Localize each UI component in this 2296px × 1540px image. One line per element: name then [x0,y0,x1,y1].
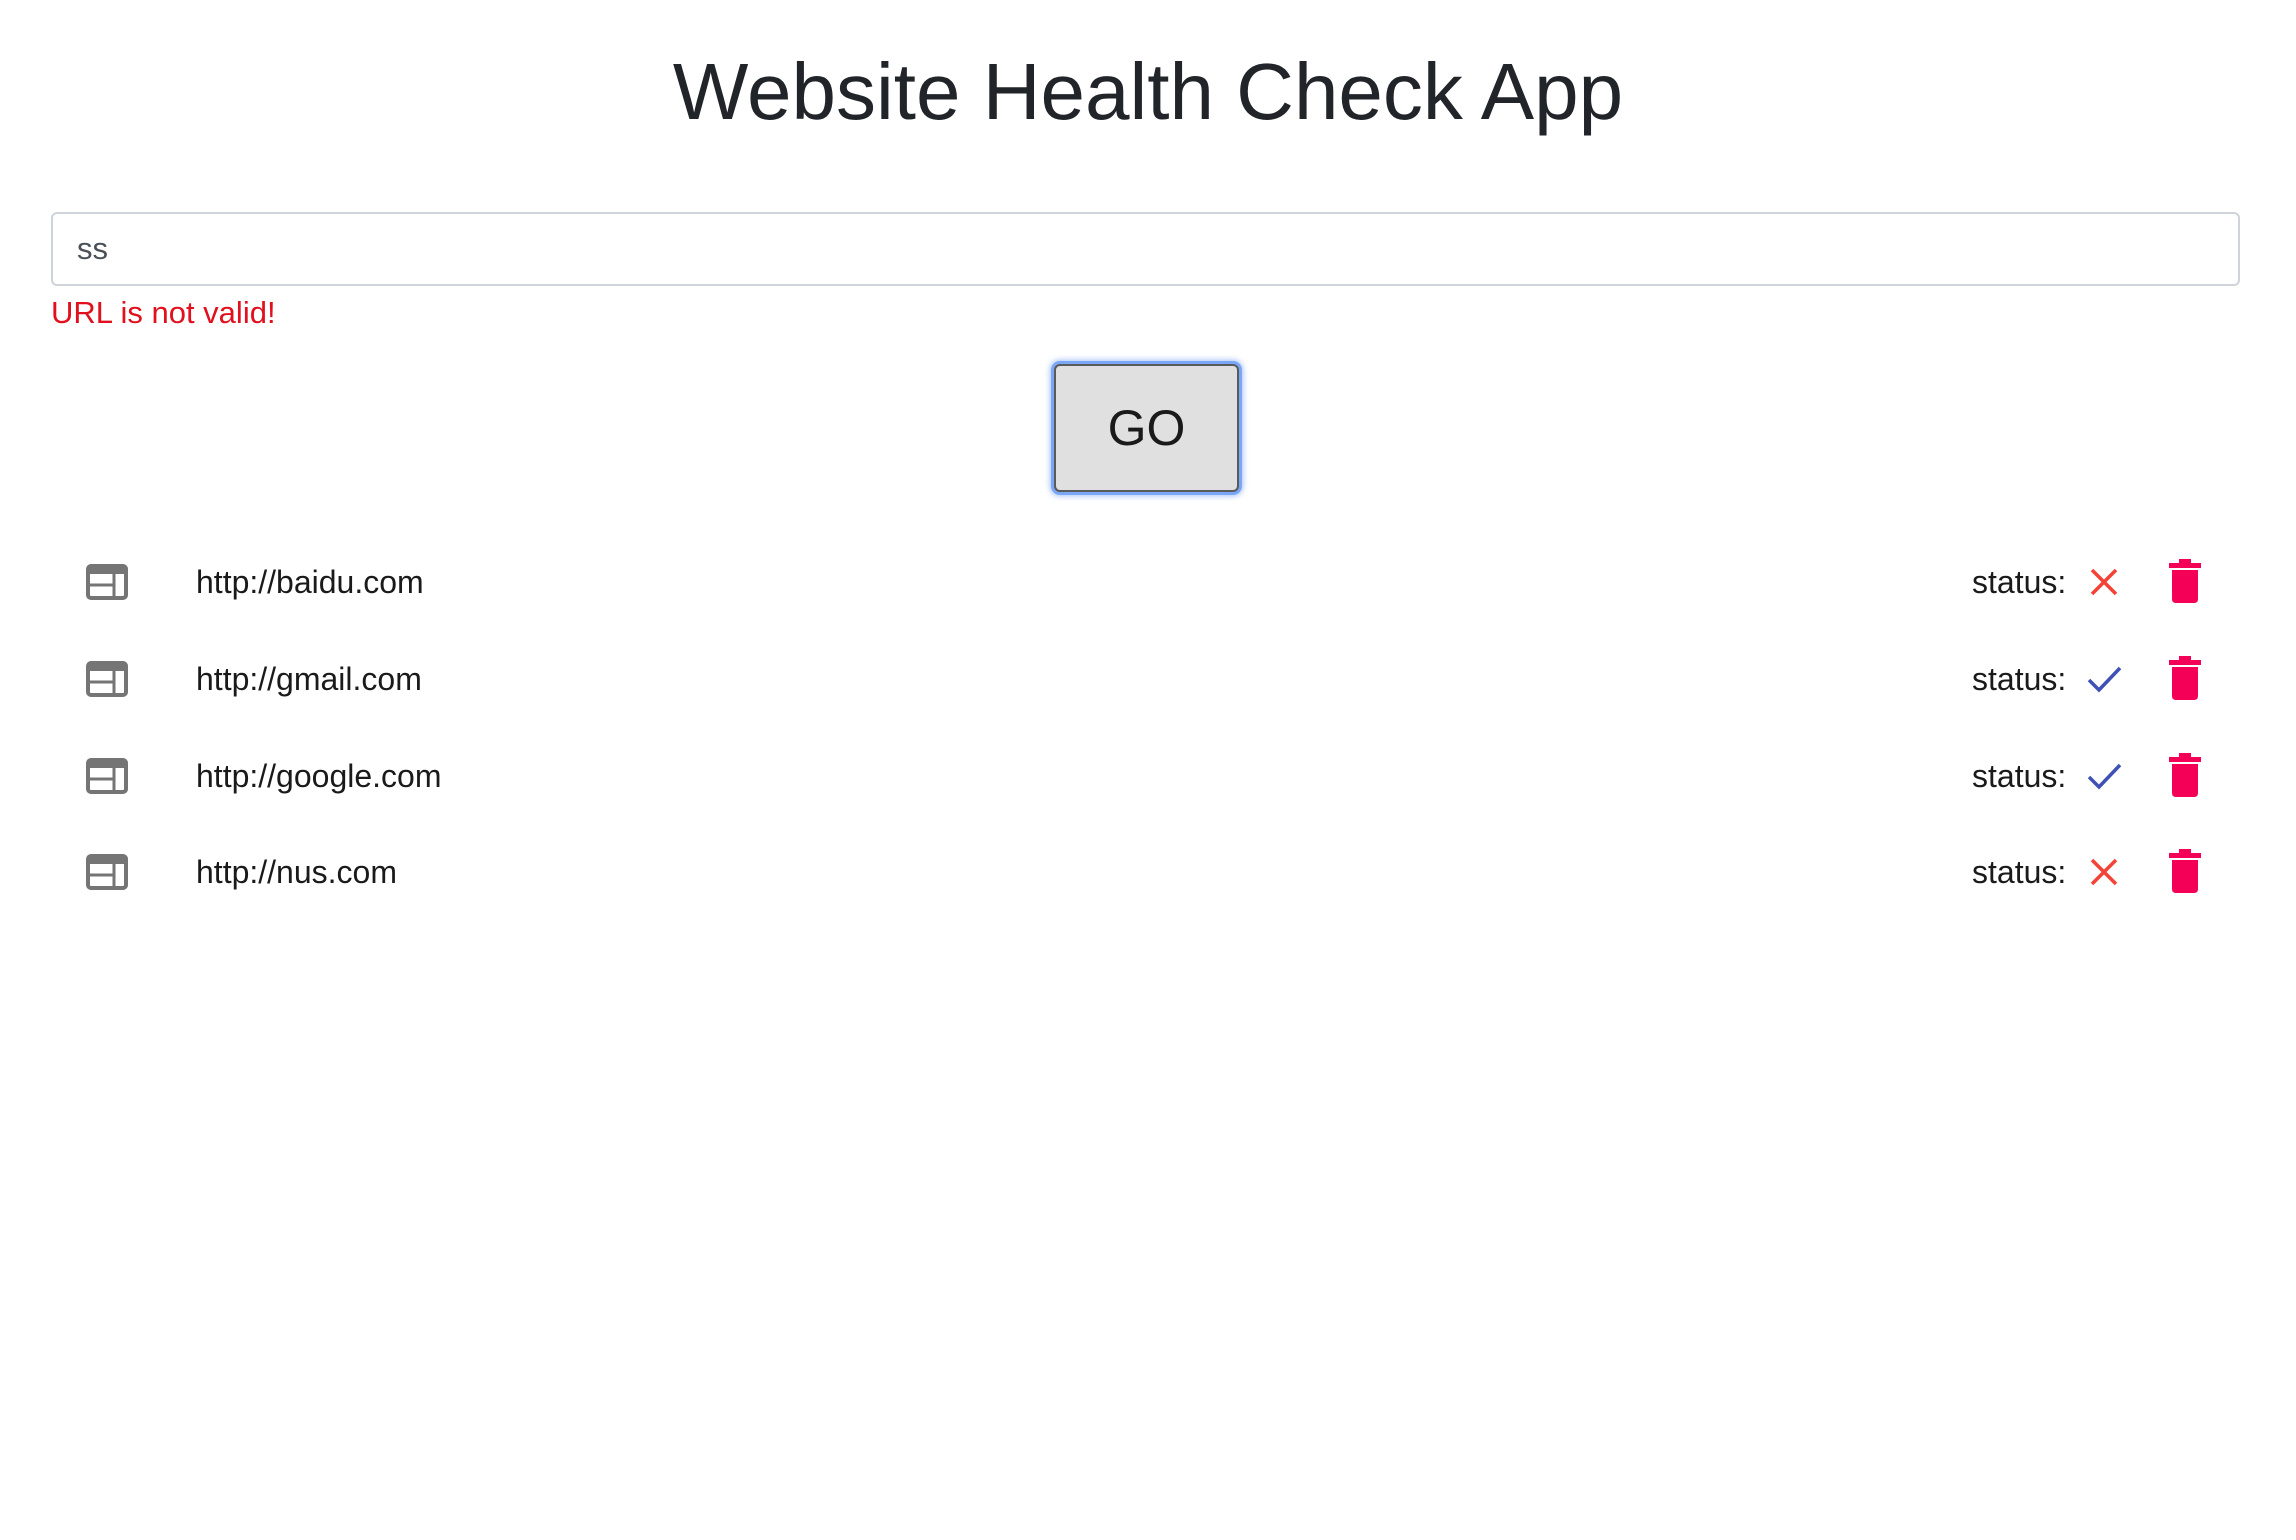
page-title: Website Health Check App [672,47,1624,136]
site-url: http://google.com [196,758,442,794]
site-row: http://google.com status: [0,728,2296,824]
delete-button[interactable] [2166,655,2204,701]
web-page-icon [86,854,128,890]
status-label: status: [1972,661,2067,697]
close-icon [2086,854,2122,890]
site-row: http://gmail.com status: [0,631,2296,727]
delete-button[interactable] [2166,558,2204,604]
close-icon [2086,564,2122,600]
trash-icon [2169,753,2201,797]
status-label: status: [1972,854,2067,890]
web-page-icon [86,564,128,600]
site-url: http://baidu.com [196,564,424,600]
status-label: status: [1972,758,2067,794]
web-page-icon [86,661,128,697]
check-icon [2086,661,2122,697]
status-label: status: [1972,564,2067,600]
go-button[interactable]: GO [1054,364,1239,492]
site-url: http://nus.com [196,854,397,890]
app-root: Website Health Check App URL is not vali… [0,0,2296,1540]
url-input[interactable] [51,212,2240,286]
site-row: http://nus.com status: [0,824,2296,920]
delete-button[interactable] [2166,752,2204,798]
delete-button[interactable] [2166,848,2204,894]
trash-icon [2169,559,2201,603]
url-error-message: URL is not valid! [51,295,276,330]
trash-icon [2169,656,2201,700]
trash-icon [2169,849,2201,893]
web-page-icon [86,758,128,794]
site-url: http://gmail.com [196,661,422,697]
check-icon [2086,758,2122,794]
site-row: http://baidu.com status: [0,534,2296,630]
